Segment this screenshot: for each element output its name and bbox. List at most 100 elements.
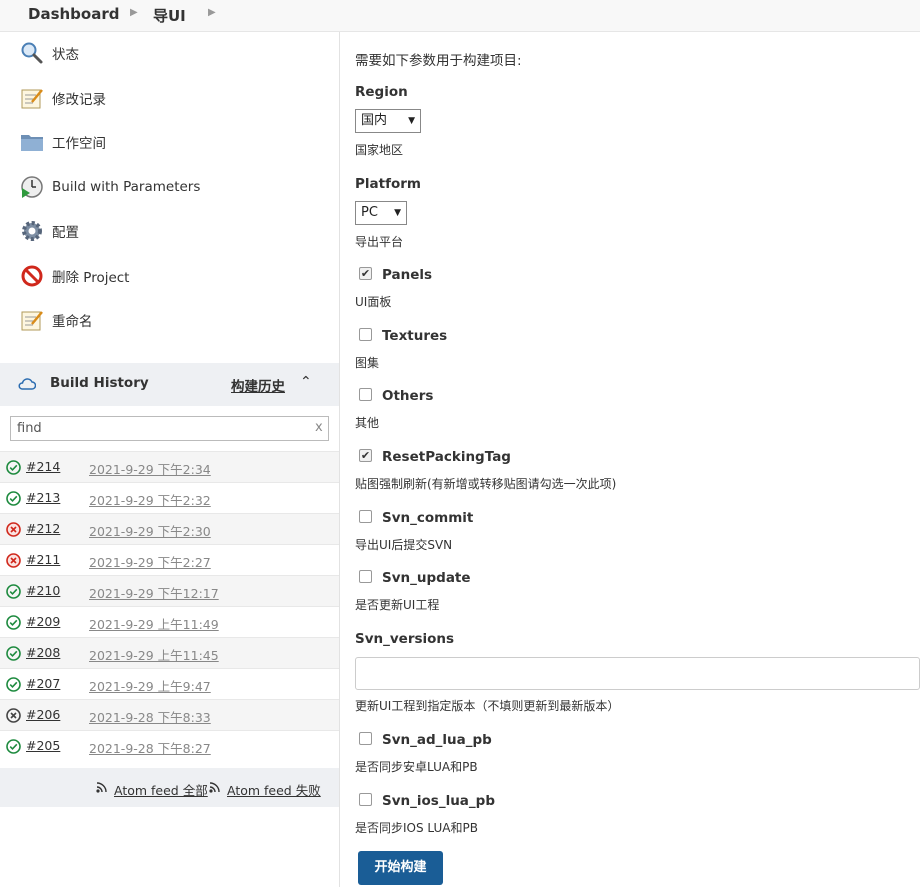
build-number-link[interactable]: #212 (26, 521, 60, 536)
build-search-input[interactable]: find (10, 416, 329, 441)
build-date-link[interactable]: 2021-9-29 下午2:34 (89, 459, 211, 478)
build-number-link[interactable]: #209 (26, 614, 60, 629)
aborted-x-icon (6, 708, 21, 723)
success-check-icon (6, 491, 21, 506)
param-svn-versions-name: Svn_versions (355, 631, 455, 647)
build-number-link[interactable]: #205 (26, 738, 60, 753)
side-nav-changes-label: 修改记录 (52, 92, 106, 108)
build-row: #210 2021-9-29 下午12:17 (0, 575, 339, 606)
clock-play-icon (20, 175, 44, 199)
failed-x-icon (6, 553, 21, 568)
side-nav-delete-project-label: 删除 Project (52, 270, 130, 286)
start-build-button[interactable]: 开始构建 (358, 851, 443, 885)
notepad-icon (20, 308, 44, 332)
panels-checkbox[interactable]: ✔ (359, 267, 372, 280)
build-date-link[interactable]: 2021-9-29 下午2:27 (89, 552, 211, 571)
side-nav-build-with-parameters[interactable]: Build with Parameters (20, 174, 200, 200)
side-nav-rename[interactable]: 重命名 (20, 307, 93, 333)
gear-icon (20, 219, 44, 243)
region-select-value: 国内 (361, 113, 388, 128)
build-date-link[interactable]: 2021-9-29 上午11:45 (89, 645, 219, 664)
svn-update-checkbox[interactable] (359, 570, 372, 583)
build-row: #208 2021-9-29 上午11:45 (0, 637, 339, 668)
breadcrumb: Dashboard ▶ 导UI ▶ (0, 0, 920, 32)
param-region-desc: 国家地区 (355, 143, 404, 157)
textures-checkbox[interactable] (359, 328, 372, 341)
atom-feed-failed-link[interactable]: Atom feed 失败 (227, 780, 321, 799)
param-svn-commit-name: Svn_commit (382, 510, 474, 526)
build-row: #211 2021-9-29 下午2:27 (0, 544, 339, 575)
param-svn-ad-lua-pb-desc: 是否同步安卓LUA和PB (355, 760, 478, 774)
param-svn-commit-desc: 导出UI后提交SVN (355, 538, 453, 552)
no-entry-icon (20, 264, 44, 288)
build-row: #205 2021-9-28 下午8:27 (0, 730, 339, 761)
param-panels-desc: UI面板 (355, 295, 392, 309)
param-others-desc: 其他 (355, 416, 380, 430)
build-number-link[interactable]: #207 (26, 676, 60, 691)
param-platform-desc: 导出平台 (355, 235, 404, 249)
build-date-link[interactable]: 2021-9-29 上午9:47 (89, 676, 211, 695)
form-intro: 需要如下参数用于构建项目: (355, 53, 522, 69)
build-row: #214 2021-9-29 下午2:34 (0, 451, 339, 482)
success-check-icon (6, 646, 21, 661)
atom-feed-all-link[interactable]: Atom feed 全部 (114, 780, 208, 799)
side-nav-build-with-parameters-label: Build with Parameters (52, 179, 201, 195)
side-nav-configure-label: 配置 (52, 225, 79, 241)
breadcrumb-project[interactable]: 导UI (153, 5, 186, 26)
dropdown-arrow-icon: ▼ (394, 208, 401, 218)
build-number-link[interactable]: #213 (26, 490, 60, 505)
others-checkbox[interactable] (359, 388, 372, 401)
reset-packing-tag-checkbox[interactable]: ✔ (359, 449, 372, 462)
side-nav-status[interactable]: 状态 (20, 40, 79, 66)
build-number-link[interactable]: #214 (26, 459, 60, 474)
platform-select[interactable]: PC ▼ (355, 201, 407, 225)
breadcrumb-separator-icon[interactable]: ▶ (130, 7, 138, 18)
param-textures-desc: 图集 (355, 356, 380, 370)
breadcrumb-separator-icon[interactable]: ▶ (208, 7, 216, 18)
folder-icon (20, 130, 44, 154)
param-others-name: Others (382, 388, 434, 404)
build-row: #212 2021-9-29 下午2:30 (0, 513, 339, 544)
build-number-link[interactable]: #211 (26, 552, 60, 567)
param-reset-packing-tag-desc: 贴图强制刷新(有新增或转移贴图请勾选一次此项) (355, 477, 617, 491)
side-nav-delete-project[interactable]: 删除 Project (20, 263, 129, 289)
build-date-link[interactable]: 2021-9-29 上午11:49 (89, 614, 219, 633)
build-row: #206 2021-9-28 下午8:33 (0, 699, 339, 730)
notepad-icon (20, 86, 44, 110)
build-number-link[interactable]: #206 (26, 707, 60, 722)
build-date-link[interactable]: 2021-9-29 下午12:17 (89, 583, 219, 602)
build-date-link[interactable]: 2021-9-29 下午2:30 (89, 521, 211, 540)
collapse-chevron-up-icon[interactable]: ⌃ (300, 374, 312, 390)
param-svn-ad-lua-pb-name: Svn_ad_lua_pb (382, 732, 492, 748)
param-region-name: Region (355, 84, 408, 100)
param-reset-packing-tag-name: ResetPackingTag (382, 449, 511, 465)
cloud-icon (18, 377, 37, 395)
build-date-link[interactable]: 2021-9-28 下午8:33 (89, 707, 211, 726)
panel-divider (339, 32, 340, 887)
build-history-header: Build History 构建历史 ⌃ (0, 363, 339, 406)
region-select[interactable]: 国内 ▼ (355, 109, 421, 133)
param-panels-name: Panels (382, 267, 433, 283)
breadcrumb-dashboard[interactable]: Dashboard (28, 5, 119, 23)
svn-versions-input[interactable] (355, 657, 920, 690)
build-history-trend-link[interactable]: 构建历史 (231, 375, 285, 395)
rss-icon (96, 782, 107, 797)
build-date-link[interactable]: 2021-9-29 下午2:32 (89, 490, 211, 509)
build-number-link[interactable]: #208 (26, 645, 60, 660)
param-svn-ios-lua-pb-desc: 是否同步IOS LUA和PB (355, 821, 478, 835)
svn-ios-lua-pb-checkbox[interactable] (359, 793, 372, 806)
build-history-title: Build History (50, 375, 149, 391)
build-date-link[interactable]: 2021-9-28 下午8:27 (89, 738, 211, 757)
svn-ad-lua-pb-checkbox[interactable] (359, 732, 372, 745)
failed-x-icon (6, 522, 21, 537)
feed-bar: Atom feed 全部 Atom feed 失败 (0, 768, 339, 807)
rss-icon (209, 782, 220, 797)
param-svn-update-desc: 是否更新UI工程 (355, 598, 440, 612)
side-nav-configure[interactable]: 配置 (20, 218, 79, 244)
side-nav-changes[interactable]: 修改记录 (20, 85, 106, 111)
build-number-link[interactable]: #210 (26, 583, 60, 598)
param-svn-versions-desc: 更新UI工程到指定版本（不填则更新到最新版本） (355, 699, 620, 713)
clear-search-icon[interactable]: x (315, 420, 323, 435)
side-nav-workspace[interactable]: 工作空间 (20, 129, 106, 155)
svn-commit-checkbox[interactable] (359, 510, 372, 523)
